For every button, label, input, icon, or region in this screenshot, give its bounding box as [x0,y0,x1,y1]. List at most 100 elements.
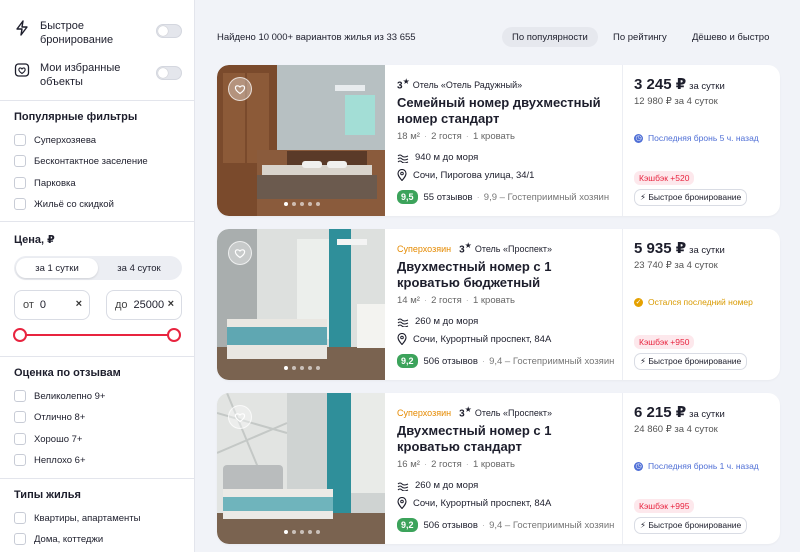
price-to-value: 25000 [133,299,165,311]
heart-list-icon [14,63,30,77]
sort-popularity-tab[interactable]: По популярности [502,27,598,47]
location-pin-icon [397,497,407,509]
filter-rating-7[interactable]: Хорошо 7+ [14,433,82,445]
sort-rating-tab[interactable]: По рейтингу [603,27,677,47]
listing-info: Суперхозяин 3★ Отель «Проспект» Двухмест… [397,393,622,544]
listing-info: Суперхозяин 3★ Отель «Проспект» Двухмест… [397,229,622,380]
room-photo[interactable] [217,65,385,216]
filter-superhosts[interactable]: Суперхозяева [14,134,96,146]
price-from-value: 0 [39,299,47,311]
room-photo[interactable] [217,229,385,380]
sort-cheap-fast-tab[interactable]: Дёшево и быстро [682,27,779,47]
hotel-name: Отель «Проспект» [474,244,553,255]
price-column: 6 215 ₽ за сутки 24 860 ₽ за 4 суток ◷ Пос… [622,393,780,544]
checkbox[interactable] [14,390,26,402]
waves-icon [397,482,409,491]
rating-filter-title: Оценка по отзывам [14,367,121,379]
checkbox[interactable] [14,177,26,189]
checkbox[interactable] [14,134,26,146]
room-title[interactable]: Двухместный номер с 1 кроватью бюджетный [397,259,612,291]
filter-parking[interactable]: Парковка [14,177,76,189]
favorite-heart-icon[interactable] [228,405,252,429]
sea-distance: 940 м до моря [397,152,478,163]
hotel-stars: 3★ [459,241,472,256]
hotel-line: Суперхозяин 3★ Отель «Проспект» [397,405,552,419]
checkbox[interactable] [14,411,26,423]
favorite-heart-icon[interactable] [228,241,252,265]
quick-booking-badge: ⚡ Быстрое бронирование [634,353,748,370]
photo-carousel-dots[interactable] [284,202,320,206]
listing-card[interactable]: Суперхозяин 3★ Отель «Проспект» Двухмест… [217,393,780,544]
clock-icon: ◷ [634,461,643,471]
favorites-switch[interactable] [156,66,182,80]
cashback-badge: Кэшбэк +950 [634,335,695,349]
checkbox[interactable] [14,433,26,445]
checkbox[interactable] [14,533,26,545]
quick-booking-toggle-row[interactable]: Быстрое бронирование [14,19,182,47]
hotel-name: Отель «Проспект» [474,408,553,419]
lightning-icon: ⚡ [640,520,646,530]
checkbox[interactable] [14,512,26,524]
tab-per-night[interactable]: за 1 сутки [16,258,98,278]
checkbox[interactable] [14,198,26,210]
quick-booking-badge: ⚡ Быстрое бронирование [634,189,748,206]
availability-note: ✓ Остался последний номер [634,297,753,307]
price-period-toggle: за 1 сутки за 4 суток [14,256,182,280]
clear-from-icon[interactable]: × [76,298,82,310]
sea-distance: 260 м до моря [397,480,478,491]
room-photo[interactable] [217,393,385,544]
lightning-icon [16,20,28,36]
booking-note: ◷ Последняя бронь 5 ч. назад [634,133,759,143]
location-pin-icon [397,169,407,181]
photo-carousel-dots[interactable] [284,530,320,534]
results-count: Найдено 10 000+ вариантов жилья из 33 65… [217,32,416,43]
filter-rating-6[interactable]: Неплохо 6+ [14,454,86,466]
total-price: 24 860 ₽ за 4 суток [634,424,718,435]
price-per-night: 6 215 ₽ за сутки [634,404,725,421]
listing-card[interactable]: Суперхозяин 3★ Отель «Проспект» Двухмест… [217,229,780,380]
room-title[interactable]: Двухместный номер с 1 кроватью стандарт [397,423,612,455]
listing-info: 3★ Отель «Отель Радужный» Семейный номер… [397,65,622,216]
listing-card[interactable]: 3★ Отель «Отель Радужный» Семейный номер… [217,65,780,216]
checkbox[interactable] [14,454,26,466]
quick-booking-switch[interactable] [156,24,182,38]
location-pin-icon [397,333,407,345]
favorites-toggle-row[interactable]: Мои избранные объекты [14,61,182,89]
filter-rating-9[interactable]: Великолепно 9+ [14,390,105,402]
room-specs: 16 м² · 2 гостя · 1 кровать [397,459,515,470]
waves-icon [397,318,409,327]
favorite-heart-icon[interactable] [228,77,252,101]
price-from-field[interactable]: от 0 × [14,290,90,320]
clear-to-icon[interactable]: × [168,298,174,310]
reviews-count: 506 отзывов [423,355,478,367]
checkbox[interactable] [14,155,26,167]
filter-rating-8[interactable]: Отлично 8+ [14,411,85,423]
superhost-badge: Суперхозяин [397,244,452,255]
price-column: 5 935 ₽ за сутки 23 740 ₽ за 4 суток ✓ Ост… [622,229,780,380]
tab-per-4-nights[interactable]: за 4 суток [98,258,180,278]
price-column: 3 245 ₽ за сутки 12 980 ₽ за 4 суток ◷ Пос… [622,65,780,216]
price-per-night: 3 245 ₽ за сутки [634,76,725,93]
filters-sidebar: Быстрое бронирование Мои избранные объек… [0,0,195,552]
cashback-badge: Кэшбэк +995 [634,499,695,513]
reviews-count: 506 отзывов [423,519,478,531]
price-slider-max-handle[interactable] [167,328,181,342]
superhost-badge: Суперхозяин [397,408,452,419]
filter-discount[interactable]: Жильё со скидкой [14,198,114,210]
photo-carousel-dots[interactable] [284,366,320,370]
room-title[interactable]: Семейный номер двухместный номер стандар… [397,95,612,127]
lightning-icon: ⚡ [640,192,646,202]
price-slider-min-handle[interactable] [13,328,27,342]
hotel-stars: 3★ [397,77,410,92]
filter-houses[interactable]: Дома, коттеджи [14,533,103,545]
divider [0,100,194,101]
filter-contactless[interactable]: Бесконтактное заселение [14,155,148,167]
filter-apartments[interactable]: Квартиры, апартаменты [14,512,140,524]
hotel-stars: 3★ [459,405,472,420]
clock-icon: ◷ [634,133,643,143]
hotel-line: 3★ Отель «Отель Радужный» [397,77,522,91]
score-badge: 9,2 [397,354,418,368]
price-to-field[interactable]: до 25000 × [106,290,182,320]
cashback-badge: Кэшбэк +520 [634,171,695,185]
housing-types-title: Типы жилья [14,489,81,501]
